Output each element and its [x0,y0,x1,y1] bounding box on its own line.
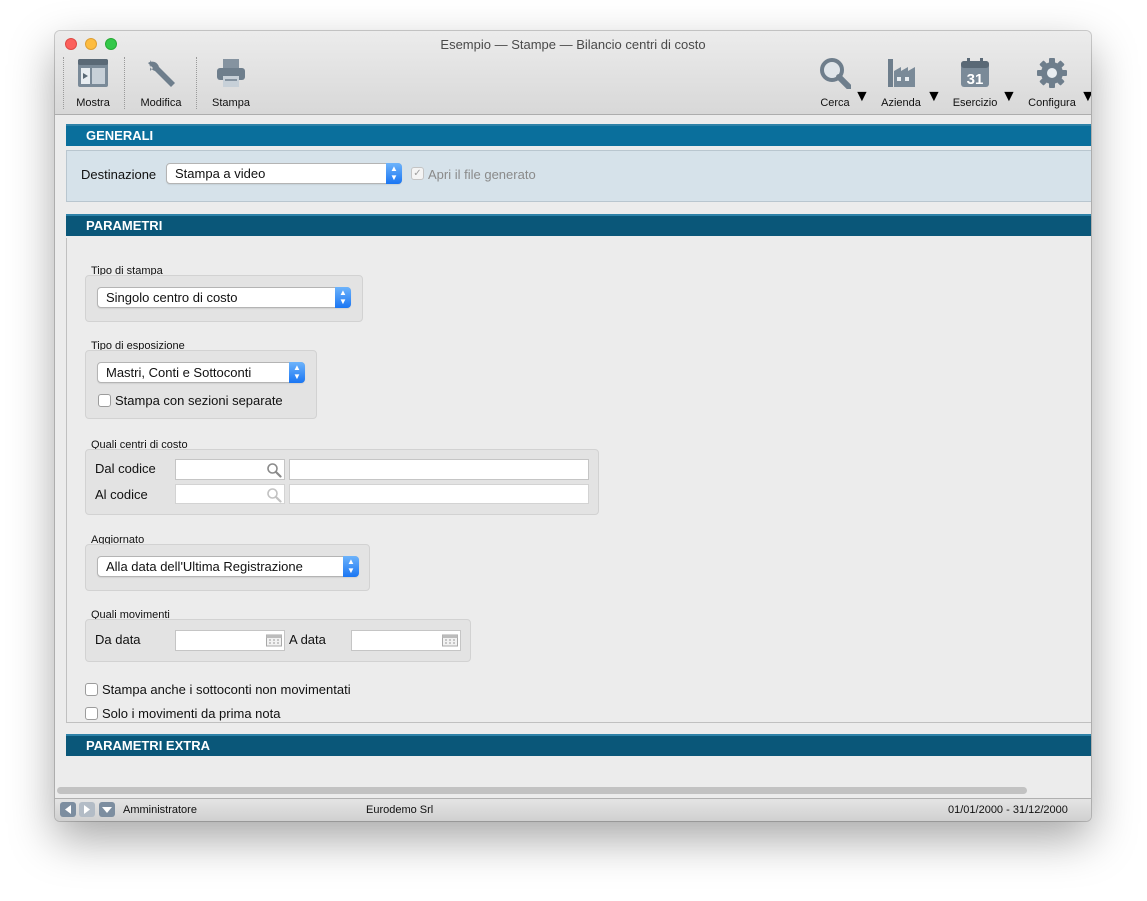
al-codice-description-field[interactable] [289,484,589,504]
status-period: 01/01/2000 - 31/12/2000 [948,804,1068,816]
search-icon[interactable] [266,487,282,503]
arrow-left-icon [65,805,71,814]
destinazione-value: Stampa a video [175,166,266,181]
aggiornato-value: Alla data dell'Ultima Registrazione [106,559,303,574]
section-header-parametri-extra[interactable]: PARAMETRI EXTRA [66,734,1091,756]
generali-panel: Destinazione Stampa a video ▲ ▼ ✓ Apri il… [66,150,1091,202]
toolbar-cerca-label: Cerca [820,97,850,109]
arrow-down-icon [102,807,112,813]
popup-stepper-icon: ▲ ▼ [289,362,305,383]
factory-icon [888,59,915,87]
aggiornato-group: Alla data dell'Ultima Registrazione ▲ ▼ [85,544,370,591]
printer-icon [217,59,245,87]
toolbar-configura-label: Configura [1028,97,1076,109]
status-company: Eurodemo Srl [366,804,434,816]
tipo-stampa-value: Singolo centro di costo [106,290,238,305]
toolbar-mostra-button[interactable]: Mostra [69,57,117,109]
azienda-dropdown-arrow-icon[interactable]: ▼ [926,88,942,105]
toolbar-stampa-label: Stampa [212,97,250,109]
toolbar-stampa-button[interactable]: Stampa [206,57,256,109]
section-header-generali[interactable]: GENERALI [66,124,1091,146]
search-icon[interactable] [266,462,282,478]
toolbar-modifica-button[interactable]: Modifica [135,57,187,109]
toolbar-azienda-button[interactable]: Azienda [877,57,925,109]
main-window: Esempio — Stampe — Bilancio centri di co… [55,31,1091,821]
da-data-field[interactable] [175,630,285,651]
aggiornato-popup[interactable]: Alla data dell'Ultima Registrazione ▲ ▼ [97,556,359,577]
popup-stepper-icon: ▲ ▼ [386,163,402,184]
tipo-esposizione-popup[interactable]: Mastri, Conti e Sottoconti ▲ ▼ [97,362,305,383]
scrollbar-thumb[interactable] [57,787,1027,794]
nav-back-button[interactable] [60,802,76,817]
dal-codice-description-field[interactable] [289,459,589,480]
calendar-small-icon[interactable] [442,633,458,647]
tipo-esposizione-group: Mastri, Conti e Sottoconti ▲ ▼ Stampa con… [85,350,317,419]
destinazione-popup[interactable]: Stampa a video ▲ ▼ [166,163,402,184]
layout-panel-icon [78,59,108,87]
a-data-label: A data [289,632,326,647]
quali-movimenti-group: Da data A data [85,619,471,662]
sottoconti-label: Stampa anche i sottoconti non movimentat… [102,682,351,697]
da-data-label: Da data [95,632,141,647]
al-codice-label: Al codice [95,487,148,502]
popup-stepper-icon: ▲ ▼ [335,287,351,308]
tipo-stampa-group: Singolo centro di costo ▲ ▼ [85,275,363,322]
al-codice-field[interactable] [175,484,285,504]
wrench-icon [148,60,175,87]
dal-codice-label: Dal codice [95,461,156,476]
toolbar-cerca-button[interactable]: Cerca [813,57,857,109]
toolbar-separator [196,57,197,109]
window-title: Esempio — Stampe — Bilancio centri di co… [440,37,706,52]
horizontal-scrollbar[interactable] [57,787,1085,795]
parametri-panel: Tipo di stampa Singolo centro di costo ▲… [66,238,1091,723]
calendar-small-icon[interactable] [266,633,282,647]
nav-down-button[interactable] [99,802,115,817]
tipo-esposizione-value: Mastri, Conti e Sottoconti [106,365,252,380]
dal-codice-field[interactable] [175,459,285,480]
popup-stepper-icon: ▲ ▼ [343,556,359,577]
toolbar-azienda-label: Azienda [881,97,921,109]
apri-file-checkbox[interactable]: ✓ [411,167,424,180]
nav-forward-button[interactable] [79,802,95,817]
sezioni-separate-label: Stampa con sezioni separate [115,393,283,408]
quali-centri-group: Dal codice Al codice [85,449,599,515]
configura-dropdown-arrow-icon[interactable]: ▼ [1080,88,1091,105]
calendar-icon: 31 [961,58,989,88]
destinazione-label: Destinazione [81,167,157,182]
titlebar: Esempio — Stampe — Bilancio centri di co… [55,31,1091,115]
a-data-field[interactable] [351,630,461,651]
sottoconti-checkbox[interactable] [85,683,98,696]
section-header-parametri[interactable]: PARAMETRI [66,214,1091,236]
prima-nota-label: Solo i movimenti da prima nota [102,706,281,721]
esercizio-dropdown-arrow-icon[interactable]: ▼ [1001,88,1017,105]
magnifier-icon [820,58,851,89]
gear-icon [1037,58,1067,88]
sezioni-separate-checkbox[interactable] [98,394,111,407]
tipo-stampa-popup[interactable]: Singolo centro di costo ▲ ▼ [97,287,351,308]
toolbar-modifica-label: Modifica [140,97,182,109]
form-content: GENERALI Destinazione Stampa a video ▲ ▼ … [55,115,1091,783]
cerca-dropdown-arrow-icon[interactable]: ▼ [854,88,870,105]
arrow-right-icon [84,805,90,814]
apri-file-label: Apri il file generato [428,167,536,182]
status-user: Amministratore [123,804,197,816]
prima-nota-checkbox[interactable] [85,707,98,720]
toolbar-esercizio-label: Esercizio [952,97,998,109]
toolbar-configura-button[interactable]: Configura [1025,57,1079,109]
toolbar-esercizio-button[interactable]: 31 Esercizio [948,57,1002,109]
toolbar-separator [124,57,125,109]
toolbar-mostra-label: Mostra [76,97,110,109]
toolbar-separator [63,57,64,109]
status-bar: Amministratore Eurodemo Srl 01/01/2000 -… [55,798,1091,821]
calendar-day-text: 31 [967,71,984,88]
